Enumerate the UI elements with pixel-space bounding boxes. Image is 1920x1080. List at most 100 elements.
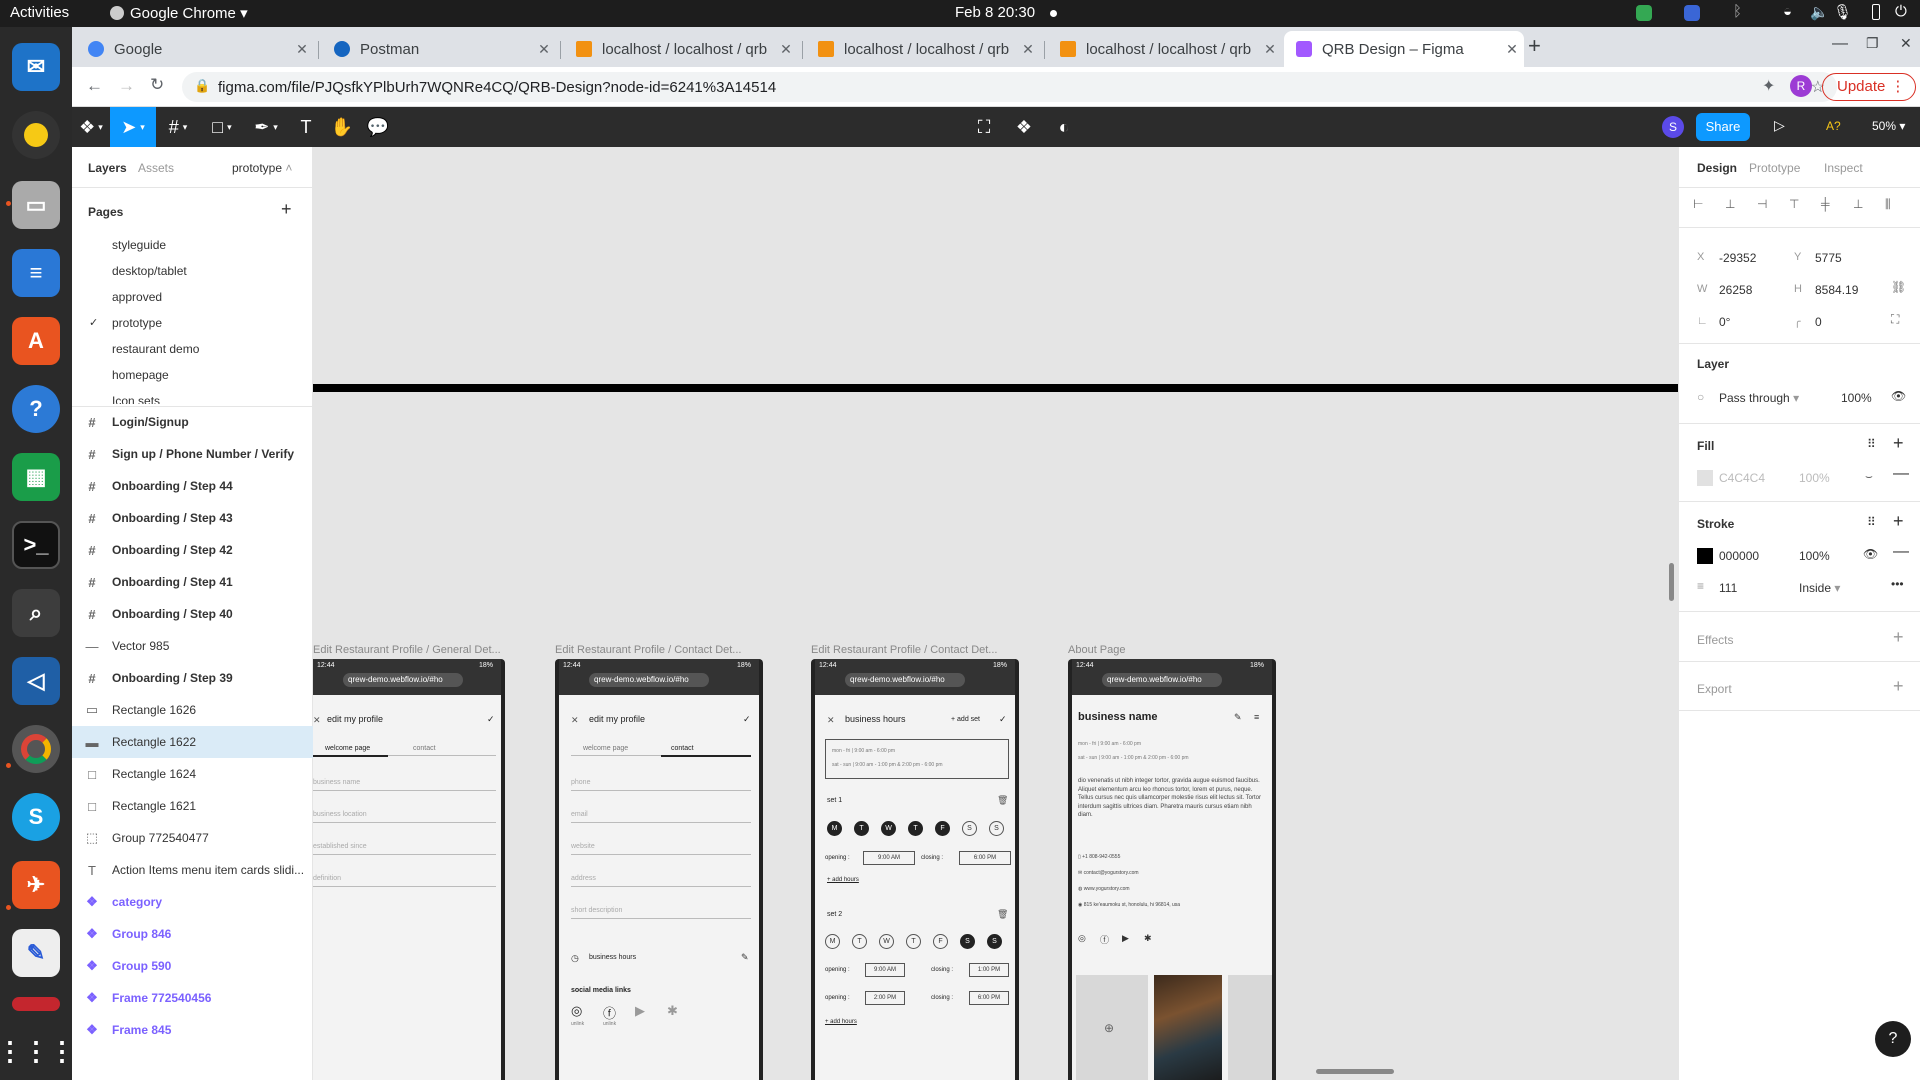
- profile-avatar[interactable]: R: [1790, 75, 1812, 97]
- layer-row[interactable]: # Onboarding / Step 41: [72, 566, 313, 598]
- remove-fill-icon[interactable]: —: [1893, 465, 1909, 483]
- restore-icon[interactable]: ❐: [1866, 35, 1879, 52]
- y-field[interactable]: 5775: [1815, 251, 1842, 265]
- tab-assets[interactable]: Assets: [138, 161, 174, 175]
- phone-frame-contact[interactable]: 12:44 18% qrew-demo.webflow.io/#ho ✕ edit…: [555, 659, 763, 1080]
- bluetooth-icon[interactable]: ᛒ: [1733, 3, 1742, 20]
- stroke-align-dropdown[interactable]: Inside ▾: [1799, 581, 1840, 595]
- stroke-hex-field[interactable]: 000000: [1719, 549, 1759, 563]
- app-icon[interactable]: [12, 997, 60, 1011]
- page-item[interactable]: homepage: [112, 368, 169, 382]
- layer-row[interactable]: ⬚ Group 772540477: [72, 822, 313, 854]
- present-icon[interactable]: ▷: [1774, 117, 1785, 134]
- fill-hex-field[interactable]: C4C4C4: [1719, 471, 1765, 485]
- url-field[interactable]: 🔒 figma.com/file/PJQsfkYPlbUrh7WQNRe4CQ/…: [182, 72, 1837, 102]
- align-center-h-icon[interactable]: ⊥: [1725, 197, 1735, 211]
- crop-icon[interactable]: ⛶: [964, 107, 1004, 147]
- stroke-swatch[interactable]: [1697, 548, 1713, 564]
- tray-app-icon[interactable]: [1636, 5, 1652, 21]
- layer-row[interactable]: ❖ Group 846: [72, 918, 313, 950]
- files-icon[interactable]: ▭: [12, 181, 60, 229]
- vertical-scrollbar[interactable]: [1669, 563, 1674, 601]
- phone-frame-general[interactable]: 12:44 18% qrew-demo.webflow.io/#ho ✕ edit…: [313, 659, 505, 1080]
- page-item[interactable]: styleguide: [112, 238, 166, 252]
- hand-tool-icon[interactable]: ✋: [324, 107, 360, 147]
- layer-row[interactable]: ❖ Frame 772540456: [72, 982, 313, 1014]
- current-page-dropdown[interactable]: prototype ˄: [232, 161, 292, 175]
- layer-row-selected[interactable]: ▬ Rectangle 1622: [72, 726, 313, 758]
- layer-row[interactable]: T Action Items menu item cards slidi...: [72, 854, 313, 886]
- share-button[interactable]: Share: [1696, 113, 1750, 141]
- layer-row[interactable]: # Onboarding / Step 40: [72, 598, 313, 630]
- phone-frame-hours[interactable]: 12:44 18% qrew-demo.webflow.io/#ho ✕ busi…: [811, 659, 1019, 1080]
- layer-row[interactable]: # Onboarding / Step 39: [72, 662, 313, 694]
- layer-row[interactable]: ▭ Rectangle 1626: [72, 694, 313, 726]
- close-icon[interactable]: ✕: [1016, 41, 1040, 58]
- layer-row[interactable]: # Sign up / Phone Number / Verify: [72, 438, 313, 470]
- close-icon[interactable]: ✕: [290, 41, 314, 58]
- move-tool-icon[interactable]: ➤ ▾: [110, 107, 156, 147]
- layer-row[interactable]: □ Rectangle 1624: [72, 758, 313, 790]
- window-close-icon[interactable]: ✕: [1900, 35, 1912, 52]
- constrain-proportions-icon[interactable]: ⛓: [1891, 280, 1906, 294]
- layer-row[interactable]: □ Rectangle 1621: [72, 790, 313, 822]
- align-center-v-icon[interactable]: ╪: [1821, 197, 1830, 211]
- align-bottom-icon[interactable]: ⊥: [1853, 197, 1863, 211]
- tab-prototype[interactable]: Prototype: [1749, 161, 1800, 175]
- h-field[interactable]: 8584.19: [1815, 283, 1858, 297]
- clock[interactable]: Feb 8 20:30: [955, 4, 1035, 21]
- remove-stroke-icon[interactable]: —: [1893, 543, 1909, 561]
- zoom-dropdown[interactable]: 50% ▾: [1872, 119, 1905, 133]
- new-tab-icon[interactable]: +: [1528, 33, 1541, 59]
- selected-rectangle-stroke[interactable]: [313, 384, 1678, 392]
- align-right-icon[interactable]: ⊣: [1757, 197, 1767, 211]
- tab-localhost-2[interactable]: localhost / localhost / qrb ✕: [806, 31, 1040, 67]
- help-button[interactable]: ?: [1875, 1021, 1911, 1057]
- tab-layers[interactable]: Layers: [88, 161, 127, 175]
- fill-opacity-field[interactable]: 100%: [1799, 471, 1830, 485]
- align-left-icon[interactable]: ⊢: [1693, 197, 1703, 211]
- tab-localhost-3[interactable]: localhost / localhost / qrb ✕: [1048, 31, 1282, 67]
- text-tool-icon[interactable]: T: [288, 107, 324, 147]
- calc-icon[interactable]: ▦: [12, 453, 60, 501]
- software-center-icon[interactable]: A: [12, 317, 60, 365]
- frame-label[interactable]: Edit Restaurant Profile / Contact Det...: [811, 644, 997, 656]
- update-button[interactable]: Update ⋮: [1822, 73, 1917, 101]
- phone-frame-about[interactable]: 12:44 18% qrew-demo.webflow.io/#ho busine…: [1068, 659, 1276, 1080]
- horizontal-scrollbar[interactable]: [1316, 1069, 1394, 1074]
- wifi-icon[interactable]: ◒: [1783, 3, 1792, 20]
- back-icon[interactable]: ←: [86, 76, 103, 96]
- tray-settings-icon[interactable]: [1684, 5, 1700, 21]
- stroke-opacity-field[interactable]: 100%: [1799, 549, 1830, 563]
- app-menu[interactable]: Google Chrome ▾: [110, 4, 248, 22]
- page-item[interactable]: approved: [112, 290, 162, 304]
- close-icon[interactable]: ✕: [774, 41, 798, 58]
- minimize-icon[interactable]: —: [1832, 35, 1848, 53]
- show-apps-icon[interactable]: ⋮⋮⋮: [0, 1027, 75, 1075]
- layer-row[interactable]: # Onboarding / Step 43: [72, 502, 313, 534]
- rhythmbox-icon[interactable]: [12, 111, 60, 159]
- pen-tool-icon[interactable]: ✒ ▾: [244, 107, 288, 147]
- skype-icon[interactable]: S: [12, 793, 60, 841]
- stroke-weight-field[interactable]: 111: [1719, 581, 1737, 595]
- frame-label[interactable]: About Page: [1068, 644, 1126, 656]
- components-icon[interactable]: ❖: [1004, 107, 1044, 147]
- hidden-eye-icon[interactable]: ⌣: [1865, 469, 1873, 484]
- distribute-icon[interactable]: ⫼: [1885, 197, 1891, 212]
- add-stroke-icon[interactable]: +: [1893, 511, 1904, 532]
- close-icon[interactable]: ✕: [1258, 41, 1282, 58]
- layer-row[interactable]: # Onboarding / Step 44: [72, 470, 313, 502]
- battery-icon[interactable]: [1872, 4, 1880, 20]
- add-export-icon[interactable]: +: [1893, 676, 1904, 697]
- layer-row[interactable]: ❖ Frame 845: [72, 1014, 313, 1046]
- x-field[interactable]: -29352: [1719, 251, 1756, 265]
- tab-design[interactable]: Design: [1697, 161, 1737, 175]
- comment-tool-icon[interactable]: 💬: [360, 107, 396, 147]
- frame-tool-icon[interactable]: # ▾: [156, 107, 200, 147]
- rotation-field[interactable]: 0°: [1719, 315, 1730, 329]
- layer-row[interactable]: — Vector 985: [72, 630, 313, 662]
- search-icon[interactable]: ⌕: [12, 589, 60, 637]
- tab-figma[interactable]: QRB Design – Figma ✕: [1284, 31, 1524, 67]
- canvas[interactable]: Edit Restaurant Profile / General Det...…: [313, 147, 1678, 1080]
- styles-grid-icon[interactable]: ⠿: [1867, 437, 1876, 451]
